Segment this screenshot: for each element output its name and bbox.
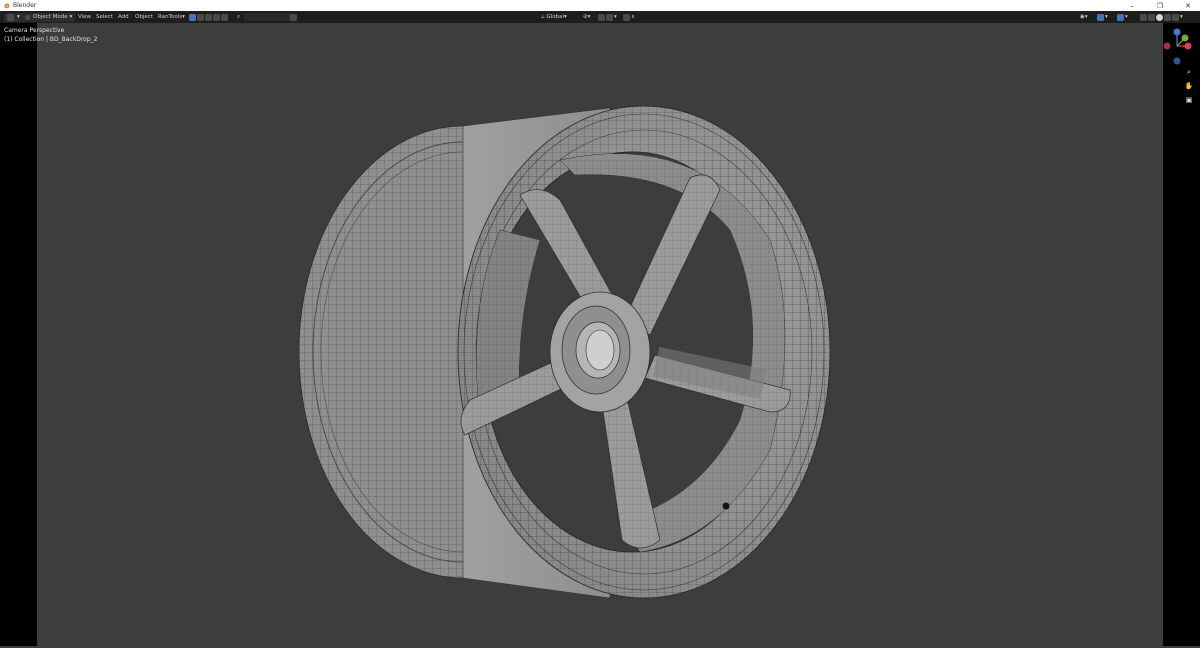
select-subtract-icon[interactable] <box>205 13 212 21</box>
snap-buttons[interactable]: ▾ <box>598 12 617 22</box>
visibility-icon: ◉ <box>1080 14 1085 20</box>
right-sidebar-strip <box>1163 23 1200 646</box>
header-extra-button[interactable] <box>290 12 298 22</box>
select-mode-buttons[interactable] <box>189 12 229 22</box>
minimize-button[interactable]: – <box>1118 0 1146 11</box>
maximize-button[interactable]: ❐ <box>1146 0 1174 11</box>
viewport-info-overlay: Camera Perspective (1) Collection | BD_B… <box>4 26 97 44</box>
pan-hand-icon[interactable]: ✋ <box>1184 81 1194 91</box>
neg-x-axis-icon[interactable] <box>1163 42 1171 50</box>
overlay-icon[interactable] <box>1117 13 1124 21</box>
menu-add[interactable]: Add <box>118 12 129 22</box>
select-invert-icon[interactable] <box>213 13 220 21</box>
camera-perspective-label: Camera Perspective <box>4 27 65 34</box>
menu-object[interactable]: Object <box>135 12 153 22</box>
menu-object-label: Object <box>135 14 153 20</box>
wireframe-shading-icon[interactable] <box>1148 13 1155 21</box>
menu-rantools-label: RanTools <box>158 14 183 20</box>
solid-shading-icon[interactable] <box>1156 13 1163 21</box>
y-axis-icon[interactable] <box>1181 34 1189 42</box>
neg-z-axis-icon[interactable] <box>1173 57 1181 65</box>
search-field[interactable] <box>244 12 294 22</box>
menu-select[interactable]: Select <box>96 12 113 22</box>
camera-view-icon[interactable]: ▣ <box>1184 95 1194 105</box>
menu-rantools[interactable]: RanTools ▾ <box>158 12 185 22</box>
gizmo-toggle[interactable]: ▾ <box>1097 12 1108 22</box>
collection-label: (1) Collection | BD_BackDrop_2 <box>4 36 98 43</box>
falloff-icon: ∧ <box>631 14 636 20</box>
navigation-gizmo[interactable] <box>1163 24 1200 68</box>
pivot-point-dropdown[interactable]: ⊘ ▾ <box>583 12 590 22</box>
shading-buttons[interactable]: ▾ <box>1140 12 1183 22</box>
x-axis-icon[interactable] <box>1184 42 1192 50</box>
object-mode-icon <box>25 14 30 20</box>
blender-logo-icon <box>4 3 10 9</box>
transform-orientation-dropdown[interactable]: ⟂ Global ▾ <box>541 12 567 22</box>
pivot-icon: ⊘ <box>583 14 588 20</box>
select-intersect-icon[interactable] <box>221 13 228 21</box>
gizmo-icon[interactable] <box>1097 13 1104 21</box>
mode-dropdown[interactable]: Object Mode ▾ <box>22 12 76 22</box>
select-box-icon[interactable] <box>189 13 196 21</box>
wheel-rim-model <box>298 105 831 599</box>
editor-type-icon <box>7 13 14 21</box>
3d-viewport[interactable] <box>37 23 1163 646</box>
search-icon[interactable]: ⌕ <box>237 12 240 22</box>
orientation-icon: ⟂ <box>541 13 545 20</box>
menu-select-label: Select <box>96 14 113 20</box>
window-title: Blender <box>13 2 37 9</box>
close-button[interactable]: ✕ <box>1174 0 1200 11</box>
z-axis-icon[interactable] <box>1173 28 1181 36</box>
mode-label: Object Mode <box>33 14 68 20</box>
proportional-edit-button[interactable]: ∧ <box>623 12 635 22</box>
overlay-toggle[interactable]: ▾ <box>1117 12 1128 22</box>
editor-type-button[interactable]: ▾ <box>4 12 23 22</box>
proportional-edit-icon[interactable] <box>623 13 630 21</box>
snap-toggle-icon[interactable] <box>598 13 605 21</box>
rendered-shading-icon[interactable] <box>1172 13 1179 21</box>
xray-icon[interactable] <box>1140 13 1147 21</box>
snap-element-icon[interactable] <box>606 13 613 21</box>
menu-view[interactable]: View <box>78 12 91 22</box>
menu-view-label: View <box>78 14 92 20</box>
menu-add-label: Add <box>118 14 129 20</box>
material-shading-icon[interactable] <box>1164 13 1171 21</box>
viewport-header: ▾ Object Mode ▾ View Select Add Object R… <box>0 11 1200 23</box>
zoom-icon[interactable]: ⌕ <box>1184 67 1194 77</box>
visibility-dropdown[interactable]: ◉ ▾ <box>1080 12 1088 22</box>
window-title-bar: Blender – ❐ ✕ <box>0 0 1200 11</box>
select-extend-icon[interactable] <box>197 13 204 21</box>
left-toolbar-strip <box>0 23 37 646</box>
orientation-label: Global <box>546 14 564 20</box>
